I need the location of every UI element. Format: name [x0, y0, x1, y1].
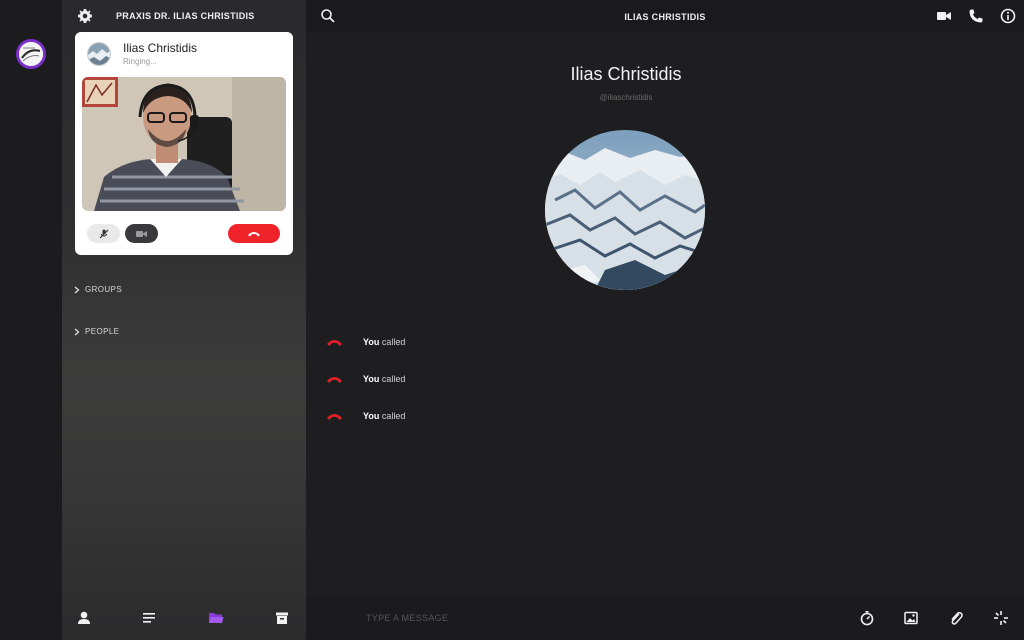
- people-label: PEOPLE: [85, 327, 120, 336]
- caller-name: Ilias Christidis: [123, 41, 198, 55]
- conversation-topbar: ILIAS CHRISTIDIS: [306, 0, 1024, 32]
- caller-avatar: [87, 42, 111, 66]
- missed-call-icon: [327, 377, 342, 383]
- call-history-item: You called: [326, 408, 405, 424]
- call-action: called: [381, 374, 406, 384]
- call-history-item: You called: [326, 371, 405, 387]
- mute-button[interactable]: [87, 224, 120, 243]
- conversation-title: ILIAS CHRISTIDIS: [624, 12, 706, 22]
- profile-photo: [545, 130, 705, 290]
- call-status: Ringing...: [123, 57, 157, 66]
- gear-icon[interactable]: [77, 8, 93, 24]
- call-action: called: [381, 411, 406, 421]
- message-composer: [306, 596, 1024, 640]
- conversations-icon[interactable]: [140, 609, 158, 627]
- video-camera-icon: [136, 230, 147, 237]
- app-window: PRAXIS DR. ILIAS CHRISTIDIS Ilias Christ…: [0, 0, 1024, 640]
- video-preview: [82, 77, 286, 211]
- sidebar-header: PRAXIS DR. ILIAS CHRISTIDIS: [62, 0, 306, 32]
- profile-handle: @iliaschristidis: [599, 93, 653, 102]
- contacts-icon[interactable]: [75, 609, 93, 627]
- timer-icon[interactable]: [859, 610, 875, 626]
- camera-button[interactable]: [125, 224, 158, 243]
- hang-up-button[interactable]: [228, 224, 280, 243]
- groups-label: GROUPS: [85, 285, 123, 294]
- video-call-icon[interactable]: [936, 8, 952, 24]
- folder-icon[interactable]: [207, 609, 225, 627]
- phone-icon[interactable]: [968, 8, 984, 24]
- team-title: PRAXIS DR. ILIAS CHRISTIDIS: [116, 11, 255, 21]
- chevron-right-icon: [74, 286, 80, 293]
- hang-up-icon: [248, 232, 260, 237]
- call-history-item: You called: [326, 334, 405, 350]
- call-actor: You: [363, 337, 380, 347]
- missed-call-icon: [327, 340, 342, 346]
- info-icon[interactable]: [1000, 8, 1016, 24]
- people-section[interactable]: PEOPLE: [74, 327, 119, 336]
- call-actor: You: [363, 374, 380, 384]
- conversation-panel: ILIAS CHRISTIDIS Ilias Christidis @ilias…: [306, 0, 1024, 640]
- image-icon[interactable]: [903, 610, 919, 626]
- team-avatar[interactable]: [16, 39, 46, 69]
- message-input[interactable]: [366, 609, 786, 627]
- missed-call-icon: [327, 414, 342, 420]
- mic-off-icon: [99, 229, 108, 238]
- call-actor: You: [363, 411, 380, 421]
- active-call-card: Ilias Christidis Ringing...: [75, 32, 293, 255]
- sidebar-footer: [62, 596, 306, 640]
- paperclip-icon[interactable]: [948, 610, 964, 626]
- chevron-right-icon: [74, 328, 80, 335]
- profile-name: Ilias Christidis: [570, 64, 682, 84]
- call-action: called: [381, 337, 406, 347]
- archive-icon[interactable]: [273, 609, 291, 627]
- team-rail: [0, 0, 62, 640]
- ping-icon[interactable]: [993, 610, 1009, 626]
- groups-section[interactable]: GROUPS: [74, 285, 122, 294]
- sidebar: PRAXIS DR. ILIAS CHRISTIDIS Ilias Christ…: [62, 0, 306, 640]
